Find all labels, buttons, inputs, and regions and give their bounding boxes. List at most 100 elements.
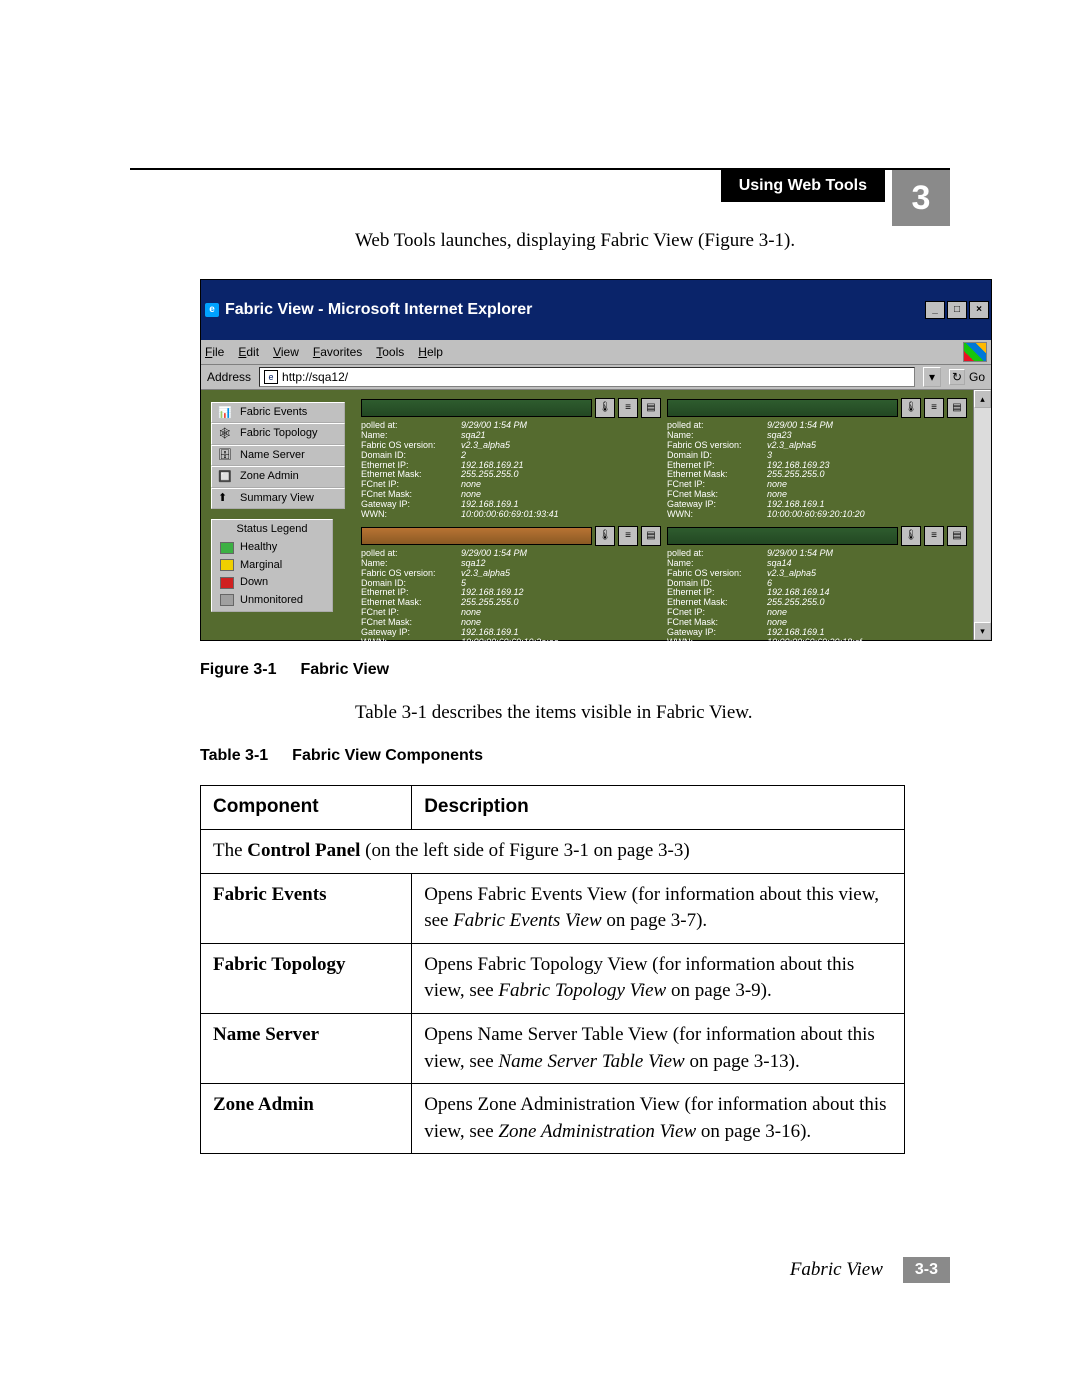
panel-button[interactable]: 🗄 Name Server: [211, 445, 345, 466]
menu-item[interactable]: File: [205, 344, 224, 361]
window-buttons: _ □ ×: [925, 301, 989, 319]
page-icon: e: [264, 370, 278, 384]
field-value: v2.3_alpha5: [767, 441, 967, 451]
field-value: v2.3_alpha5: [767, 569, 967, 579]
close-button[interactable]: ×: [969, 301, 989, 319]
address-dropdown-button[interactable]: ▾: [923, 367, 941, 387]
telnet-icon[interactable]: ▤: [947, 398, 967, 418]
windows-flag-icon: [963, 342, 987, 362]
panel-button-label: Name Server: [240, 448, 305, 463]
table-caption: Table 3-1 Fabric View Components: [200, 745, 905, 767]
content-area: 📊Fabric Events🕸Fabric Topology 🗄 Name Serv…: [201, 390, 991, 640]
table-row: Fabric EventsOpens Fabric Events View (f…: [201, 873, 905, 943]
cp-prefix: The: [213, 840, 247, 861]
minimize-button[interactable]: _: [925, 301, 945, 319]
legend-swatch: [220, 594, 234, 606]
go-arrow-icon: ↻: [949, 369, 965, 385]
switch-graphic[interactable]: [667, 399, 898, 417]
address-input[interactable]: e http://sqa12/: [259, 367, 915, 387]
field-value: 9/29/00 1:54 PM: [767, 421, 967, 431]
telnet-icon[interactable]: ▤: [947, 526, 967, 546]
legend-swatch: [220, 559, 234, 571]
menu-items: File Edit View Favorites Tools Help: [205, 344, 443, 361]
field-key: WWN:: [361, 510, 461, 520]
field-value: 255.255.255.0: [461, 470, 661, 480]
description-cell: Opens Fabric Events View (for informatio…: [412, 873, 905, 943]
switch-graphic[interactable]: [361, 527, 592, 545]
switch-graphic[interactable]: [667, 527, 898, 545]
admin-icon[interactable]: ≡: [618, 398, 638, 418]
cp-bold: Control Panel: [247, 840, 360, 861]
admin-icon[interactable]: ≡: [924, 398, 944, 418]
panel-button-icon: ⬆: [218, 491, 234, 505]
table-row: Zone AdminOpens Zone Administration View…: [201, 1084, 905, 1154]
scroll-down-button[interactable]: ▾: [974, 622, 991, 640]
switch-field: WWN:10:00:00:60:69:10:2a:aa: [361, 638, 661, 648]
address-bar: Address e http://sqa12/ ▾ ↻ Go: [201, 365, 991, 390]
switch-header: 🌡≡▤: [361, 398, 661, 418]
description-cell: Opens Fabric Topology View (for informat…: [412, 943, 905, 1013]
panel-button[interactable]: 📊Fabric Events: [211, 402, 345, 423]
ie-icon: e: [205, 303, 219, 317]
cp-suffix: (on the left side of Figure 3-1 on page …: [360, 840, 689, 861]
window-title-text: Fabric View - Microsoft Internet Explore…: [225, 299, 532, 321]
maximize-button[interactable]: □: [947, 301, 967, 319]
field-value: 255.255.255.0: [767, 470, 967, 480]
thermometer-icon[interactable]: 🌡: [595, 526, 615, 546]
legend-swatch: [220, 577, 234, 589]
field-key: WWN:: [361, 638, 461, 648]
panel-button-label: Fabric Topology: [240, 426, 317, 441]
field-value: none: [461, 608, 661, 618]
footer-section: Fabric View: [790, 1259, 883, 1281]
switch-card: 🌡≡▤polled at:9/29/00 1:54 PMName:sqa12Fa…: [361, 526, 661, 648]
legend-row: Unmonitored: [212, 592, 332, 609]
thermometer-icon[interactable]: 🌡: [595, 398, 615, 418]
menu-item[interactable]: Edit: [238, 344, 259, 361]
header-section-title: Using Web Tools: [721, 170, 885, 202]
menu-item[interactable]: Help: [418, 344, 443, 361]
description-cell: Opens Name Server Table View (for inform…: [412, 1013, 905, 1083]
control-panel: 📊Fabric Events🕸Fabric Topology 🗄 Name Serv…: [201, 390, 355, 640]
scroll-up-button[interactable]: ▴: [974, 390, 991, 408]
switch-field: polled at:9/29/00 1:54 PM: [361, 549, 661, 559]
components-table: Component Description The Control Panel …: [200, 785, 905, 1154]
table-row: Fabric TopologyOpens Fabric Topology Vie…: [201, 943, 905, 1013]
admin-icon[interactable]: ≡: [618, 526, 638, 546]
switch-graphic[interactable]: [361, 399, 592, 417]
field-key: WWN:: [667, 510, 767, 520]
switch-grid: 🌡≡▤polled at:9/29/00 1:54 PMName:sqa21Fa…: [355, 390, 973, 640]
thermometer-icon[interactable]: 🌡: [901, 398, 921, 418]
panel-button-icon: 🗄: [218, 448, 234, 462]
field-value: 255.255.255.0: [461, 598, 661, 608]
vertical-scrollbar[interactable]: ▴ ▾: [973, 390, 991, 640]
panel-button[interactable]: ⬆ Summary View: [211, 488, 345, 509]
thermometer-icon[interactable]: 🌡: [901, 526, 921, 546]
telnet-icon[interactable]: ▤: [641, 398, 661, 418]
menu-item[interactable]: Favorites: [313, 344, 362, 361]
table-row: The Control Panel (on the left side of F…: [201, 829, 905, 873]
menu-item[interactable]: Tools: [376, 344, 404, 361]
field-value: 9/29/00 1:54 PM: [767, 549, 967, 559]
switch-header: 🌡≡▤: [667, 526, 967, 546]
field-value: none: [767, 608, 967, 618]
field-key: WWN:: [667, 638, 767, 648]
legend-label: Marginal: [240, 558, 282, 573]
panel-button[interactable]: 🕸Fabric Topology: [211, 423, 345, 444]
switch-field: WWN:10:00:00:60:69:20:18:cf: [667, 638, 967, 648]
legend-label: Down: [240, 575, 268, 590]
switch-field: Fabric OS version:v2.3_alpha5: [361, 569, 661, 579]
panel-button-label: Summary View: [240, 491, 314, 506]
switch-field: Ethernet Mask:255.255.255.0: [667, 470, 967, 480]
go-button[interactable]: ↻ Go: [949, 369, 985, 386]
field-value: v2.3_alpha5: [461, 441, 661, 451]
field-value: 9/29/00 1:54 PM: [461, 421, 661, 431]
table-row: Name ServerOpens Name Server Table View …: [201, 1013, 905, 1083]
admin-icon[interactable]: ≡: [924, 526, 944, 546]
status-legend: Status Legend HealthyMarginalDownUnmonit…: [211, 519, 333, 612]
telnet-icon[interactable]: ▤: [641, 526, 661, 546]
component-cell: Name Server: [201, 1013, 412, 1083]
panel-button[interactable]: 🔲Zone Admin: [211, 466, 345, 487]
legend-label: Unmonitored: [240, 593, 303, 608]
address-url: http://sqa12/: [282, 369, 348, 386]
menu-item[interactable]: View: [273, 344, 299, 361]
